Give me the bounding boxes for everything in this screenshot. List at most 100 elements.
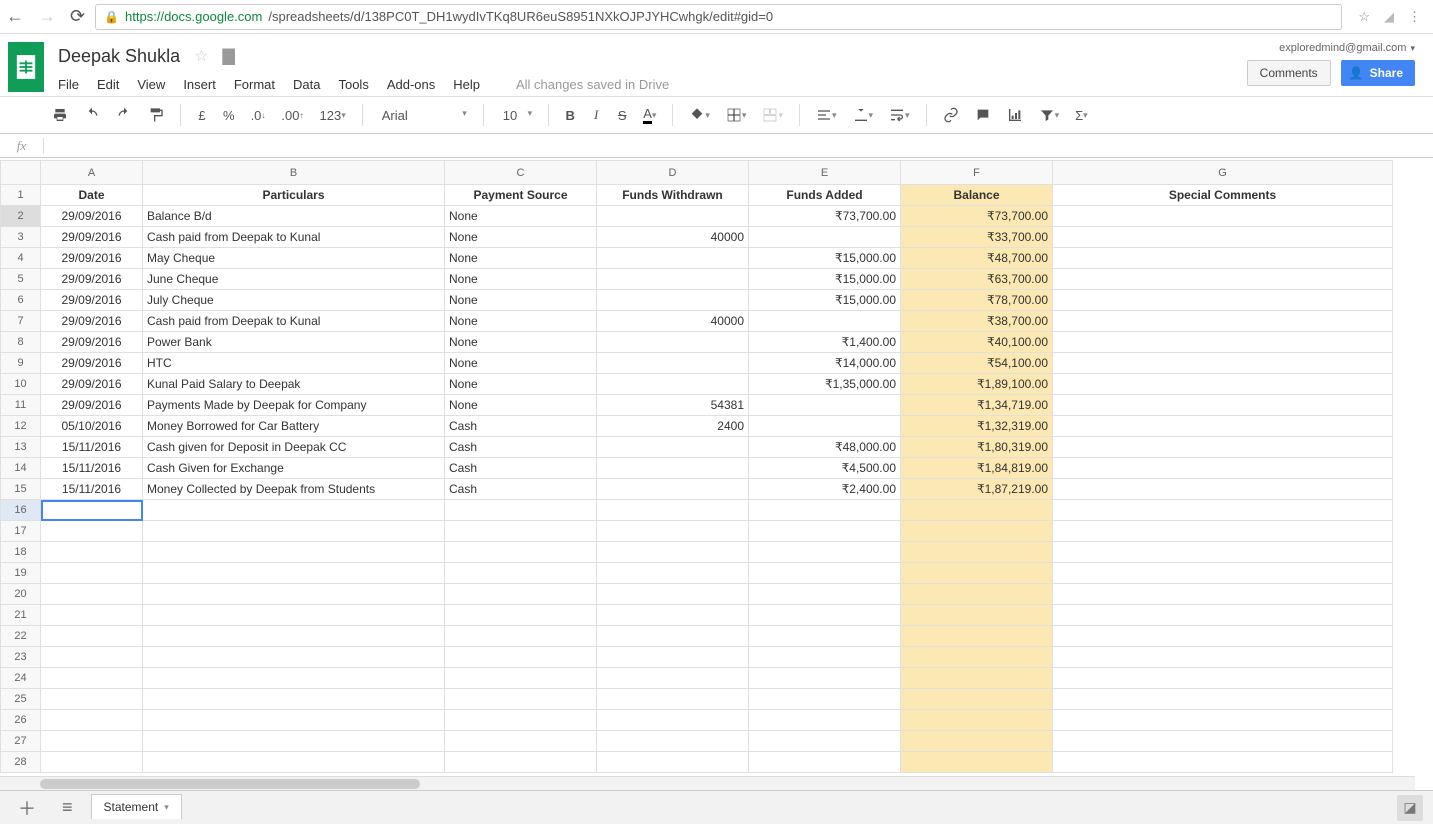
row-header[interactable]: 4 (1, 248, 41, 269)
cell[interactable] (749, 647, 901, 668)
cell[interactable] (143, 563, 445, 584)
cell[interactable] (597, 647, 749, 668)
cell[interactable] (143, 500, 445, 521)
cell[interactable] (749, 584, 901, 605)
cell[interactable] (597, 542, 749, 563)
filter-icon[interactable] (1033, 102, 1066, 128)
italic-button[interactable]: I (585, 102, 607, 128)
row-header[interactable]: 1 (1, 185, 41, 206)
doc-title[interactable]: Deepak Shukla (58, 46, 180, 67)
borders-button[interactable] (720, 102, 753, 128)
col-header-E[interactable]: E (749, 161, 901, 185)
cell[interactable] (597, 584, 749, 605)
cell[interactable]: ₹15,000.00 (749, 269, 901, 290)
cell[interactable] (597, 689, 749, 710)
row-header[interactable]: 24 (1, 668, 41, 689)
cell[interactable]: 29/09/2016 (41, 227, 143, 248)
menu-file[interactable]: File (58, 77, 79, 92)
row-header[interactable]: 26 (1, 710, 41, 731)
row-header[interactable]: 27 (1, 731, 41, 752)
row-header[interactable]: 14 (1, 458, 41, 479)
cell[interactable] (749, 542, 901, 563)
star-icon[interactable]: ☆ (194, 46, 208, 66)
cell[interactable]: Special Comments (1053, 185, 1393, 206)
cell[interactable]: May Cheque (143, 248, 445, 269)
cell[interactable] (901, 752, 1053, 773)
col-header-C[interactable]: C (445, 161, 597, 185)
cell[interactable] (901, 584, 1053, 605)
strike-button[interactable]: S (611, 102, 633, 128)
cell[interactable] (1053, 374, 1393, 395)
cell[interactable]: ₹78,700.00 (901, 290, 1053, 311)
wrap-button[interactable] (883, 102, 916, 128)
cell[interactable]: 05/10/2016 (41, 416, 143, 437)
cell[interactable] (901, 731, 1053, 752)
row-header[interactable]: 3 (1, 227, 41, 248)
drive-icon[interactable]: ◢ (1384, 9, 1394, 25)
cell[interactable] (41, 626, 143, 647)
cell[interactable] (445, 752, 597, 773)
cell[interactable]: 29/09/2016 (41, 353, 143, 374)
cell[interactable]: None (445, 269, 597, 290)
cell[interactable]: 29/09/2016 (41, 332, 143, 353)
cell[interactable] (445, 500, 597, 521)
row-header[interactable]: 6 (1, 290, 41, 311)
explore-button[interactable]: ◪ (1397, 795, 1423, 821)
menu-insert[interactable]: Insert (183, 77, 216, 92)
cell[interactable] (41, 542, 143, 563)
cell[interactable] (901, 689, 1053, 710)
fill-color-button[interactable] (683, 102, 716, 128)
cell[interactable] (1053, 752, 1393, 773)
cell[interactable]: ₹54,100.00 (901, 353, 1053, 374)
cell[interactable]: Balance B/d (143, 206, 445, 227)
cell[interactable] (1053, 311, 1393, 332)
cell[interactable]: Money Borrowed for Car Battery (143, 416, 445, 437)
row-header[interactable]: 25 (1, 689, 41, 710)
cell[interactable] (1053, 206, 1393, 227)
chart-icon[interactable] (1001, 102, 1029, 128)
row-header[interactable]: 2 (1, 206, 41, 227)
cell[interactable] (597, 437, 749, 458)
cell[interactable]: ₹48,700.00 (901, 248, 1053, 269)
cell[interactable] (749, 752, 901, 773)
cell[interactable] (901, 500, 1053, 521)
row-header[interactable]: 22 (1, 626, 41, 647)
cell[interactable]: Power Bank (143, 332, 445, 353)
h-align-button[interactable] (810, 102, 843, 128)
cell[interactable] (597, 479, 749, 500)
cell[interactable] (445, 626, 597, 647)
cell[interactable]: 40000 (597, 227, 749, 248)
cell[interactable] (1053, 563, 1393, 584)
cell[interactable] (1053, 395, 1393, 416)
cell[interactable] (597, 374, 749, 395)
cell[interactable] (143, 689, 445, 710)
cell[interactable] (1053, 332, 1393, 353)
cell[interactable] (597, 248, 749, 269)
cell[interactable]: Money Collected by Deepak from Students (143, 479, 445, 500)
cell[interactable]: Cash Given for Exchange (143, 458, 445, 479)
cell[interactable]: None (445, 332, 597, 353)
cell[interactable]: Particulars (143, 185, 445, 206)
cell[interactable] (901, 563, 1053, 584)
cell[interactable] (901, 626, 1053, 647)
select-all-corner[interactable] (1, 161, 41, 185)
cell[interactable]: Cash (445, 416, 597, 437)
cell[interactable] (143, 521, 445, 542)
cell[interactable]: Funds Withdrawn (597, 185, 749, 206)
cell[interactable] (1053, 584, 1393, 605)
cell[interactable] (1053, 479, 1393, 500)
share-button[interactable]: 👤 Share (1341, 60, 1415, 86)
font-select[interactable]: Arial (373, 105, 473, 126)
cell[interactable]: ₹1,35,000.00 (749, 374, 901, 395)
redo-icon[interactable] (110, 102, 138, 128)
all-sheets-button[interactable]: ≡ (54, 793, 81, 822)
cell[interactable] (445, 689, 597, 710)
currency-button[interactable]: £ (191, 102, 213, 128)
cell[interactable] (445, 542, 597, 563)
cell[interactable] (901, 647, 1053, 668)
row-header[interactable]: 11 (1, 395, 41, 416)
cell[interactable] (1053, 290, 1393, 311)
link-icon[interactable] (937, 102, 965, 128)
cell[interactable] (1053, 542, 1393, 563)
cell[interactable] (1053, 710, 1393, 731)
